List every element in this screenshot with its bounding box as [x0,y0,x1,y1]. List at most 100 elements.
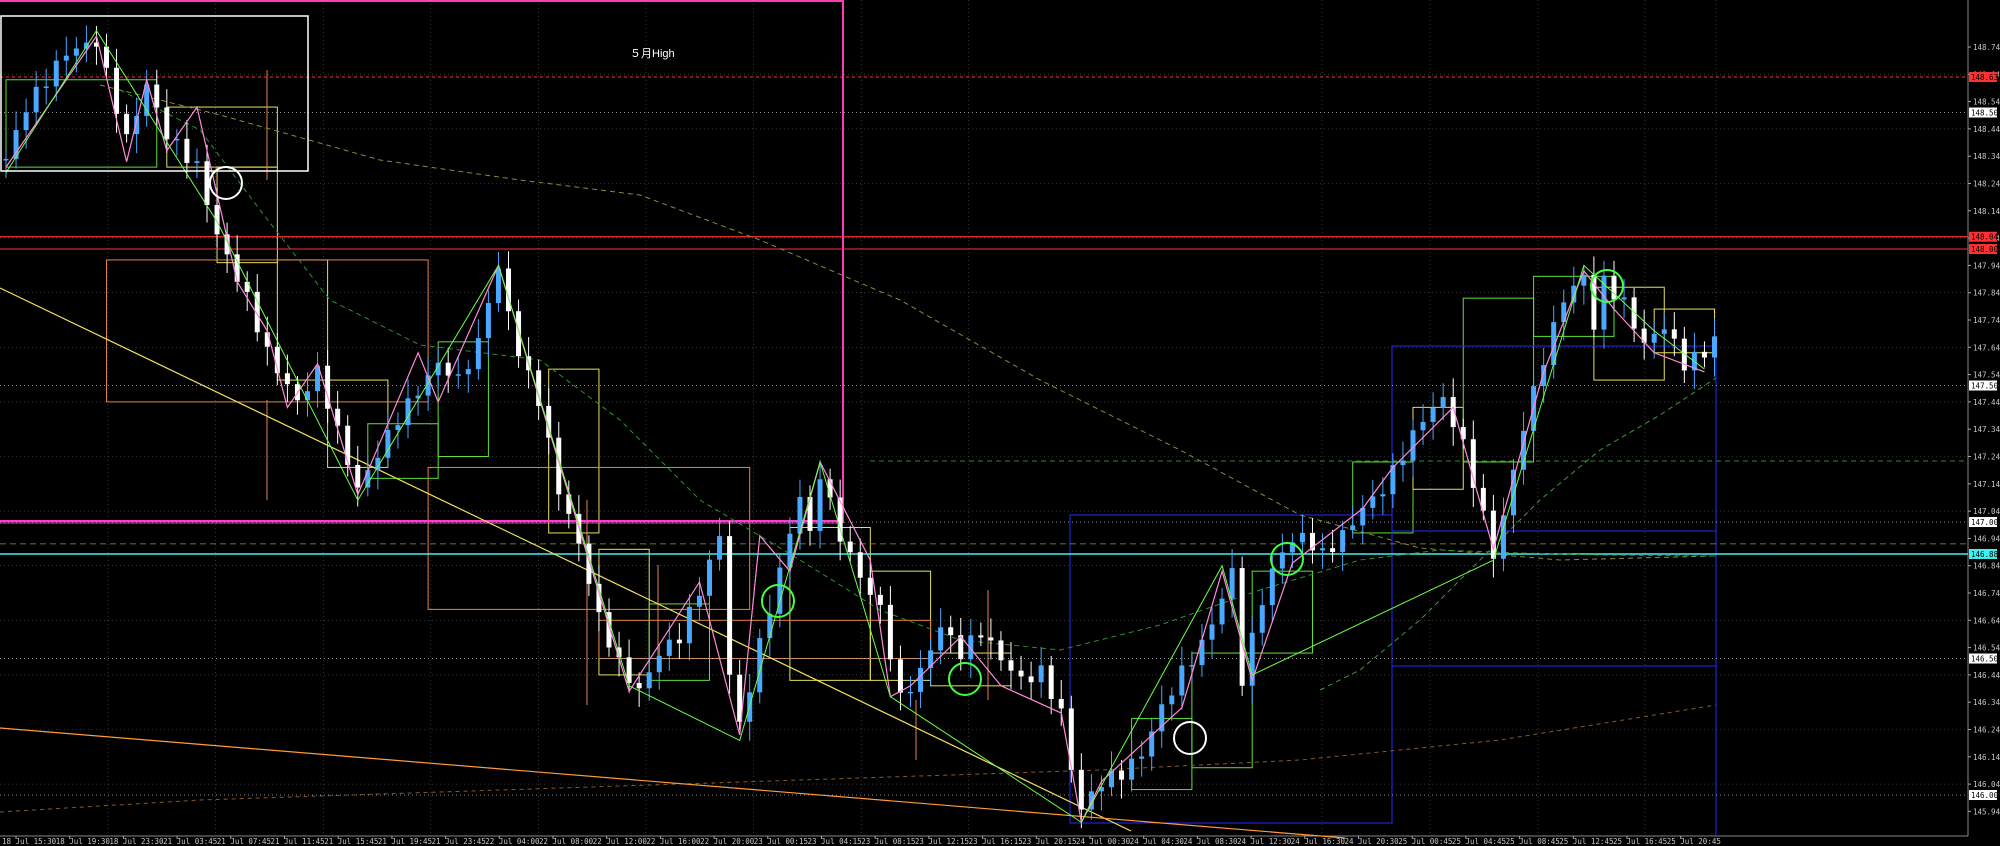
time-tick-label: 24 Jul 08:30 [1183,837,1238,846]
price-tick-label: 146.540 [1973,644,2000,653]
price-tick-label: 146.940 [1973,534,2000,543]
time-tick-label: 21 Jul 11:45 [271,837,325,846]
time-tick-label: 21 Jul 07:45 [217,837,271,846]
price-tick-label: 147.840 [1973,289,2000,298]
time-tick-label: 23 Jul 08:15 [861,837,915,846]
price-tick-label: 148.240 [1973,180,2000,189]
candle-body [355,464,361,488]
time-tick-label: 24 Jul 00:30 [1076,837,1131,846]
candle-body [204,161,210,206]
time-tick-label: 21 Jul 19:45 [378,837,432,846]
candle-body [988,637,994,641]
price-tick-label: 148.140 [1973,207,2000,216]
time-tick-label: 21 Jul 15:45 [324,837,378,846]
time-tick-label: 23 Jul 04:15 [808,837,862,846]
candle-body [124,113,130,135]
candle-body [1008,660,1014,671]
price-tick-label: 147.140 [1973,480,2000,489]
price-label-text: 148.045 [1971,233,2000,242]
candle-body [485,303,491,339]
candle-body [1249,632,1255,686]
candle-body [1712,336,1717,358]
candle-body [1631,297,1637,329]
price-tick-label: 147.540 [1973,371,2000,380]
candle-body [1279,552,1285,569]
time-tick-label: 21 Jul 03:45 [163,837,217,846]
candle-body [455,374,461,376]
time-tick-label: 25 Jul 12:45 [1559,837,1613,846]
price-tick-label: 146.840 [1973,562,2000,571]
candle-body [948,627,954,636]
time-tick-label: 18 Jul 19:30 [56,837,111,846]
candle-body [1561,302,1567,323]
candle-body [465,369,471,375]
candle-body [696,595,702,607]
candle-body [787,533,793,568]
candle-body [1651,333,1657,343]
price-tick-label: 145.940 [1973,807,2000,816]
candle-body [445,362,451,376]
price-tick-label: 146.340 [1973,698,2000,707]
candle-body [908,691,913,694]
candle-body [1219,598,1225,625]
candle-body [717,536,723,560]
candle-body [114,67,120,114]
time-tick-label: 24 Jul 20:30 [1345,837,1400,846]
candle-body [53,60,59,87]
candle-body [877,594,883,605]
candle-body [73,48,79,56]
candle-body [43,86,49,88]
time-axis: 18 Jul 15:30 18 Jul 19:30 18 Jul 23:30 21 J… [2,836,1721,846]
candle-body [887,604,893,660]
candle-body [284,373,290,385]
candle-body [1340,530,1346,552]
candle-body [636,682,642,689]
candle-body [1671,329,1677,339]
candle-body [365,470,371,488]
price-chart[interactable]: ５月High 148.740148.640148.540148.440148.3… [0,0,2000,846]
time-tick-label: 24 Jul 16:30 [1291,837,1346,846]
price-tick-label: 147.440 [1973,398,2000,407]
candle-body [1179,665,1185,696]
candle-body [1209,624,1215,640]
candle-body [1400,460,1406,466]
candle-body [1028,676,1034,683]
candle-body [1380,494,1386,497]
chart-background [0,0,2000,846]
time-tick-label: 23 Jul 12:15 [915,837,969,846]
candle-body [1269,568,1275,606]
candle-body [1058,699,1064,709]
candle-body [1420,421,1426,431]
candle-body [1701,351,1707,358]
candle-body [1661,329,1667,334]
candle-body [1239,568,1245,686]
candle-body [1470,439,1476,488]
time-tick-label: 25 Jul 16:45 [1613,837,1667,846]
price-label-text: 148.000 [1971,245,2000,254]
price-tick-label: 146.140 [1973,753,2000,762]
price-tick-label: 148.440 [1973,125,2000,134]
time-tick-label: 22 Jul 16:00 [646,837,701,846]
time-tick-label: 25 Jul 00:45 [1398,837,1452,846]
candle-body [244,281,250,292]
candle-body [23,112,29,131]
price-tick-label: 146.640 [1973,616,2000,625]
price-tick-label: 146.240 [1973,726,2000,735]
candle-body [1139,756,1145,759]
price-tick-label: 147.740 [1973,316,2000,325]
candle-body [727,536,733,675]
candle-body [405,398,411,426]
price-tick-label: 148.340 [1973,152,2000,161]
candle-body [978,635,984,638]
candle-body [33,86,39,113]
candle-body [1350,525,1356,531]
price-tick-label: 147.640 [1973,343,2000,352]
candle-body [495,268,501,304]
candle-body [154,84,160,108]
price-tick-label: 146.040 [1973,780,2000,789]
candle-body [847,541,853,553]
candle-body [998,640,1004,661]
price-tick-label: 148.740 [1973,43,2000,52]
candle-body [1299,532,1305,543]
price-label-text: 148.630 [1971,73,2000,82]
